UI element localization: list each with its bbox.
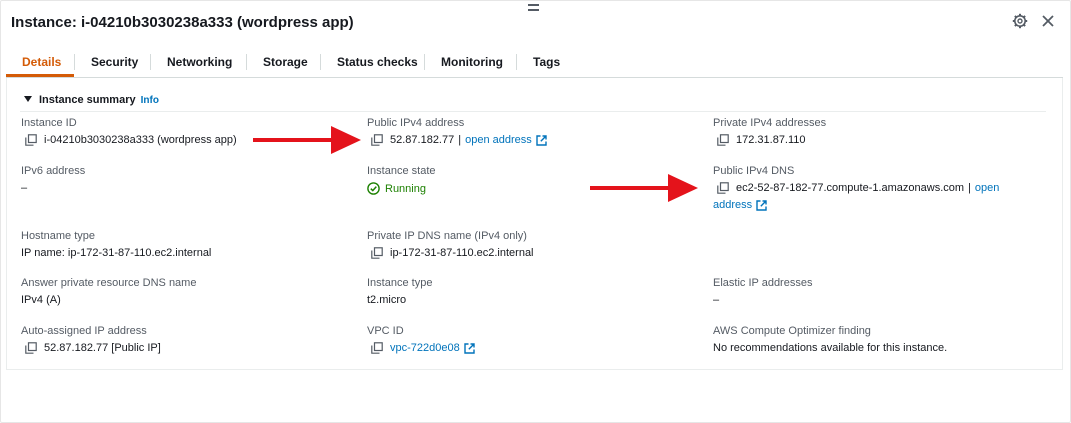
auto-ip-label: Auto-assigned IP address [21,325,147,337]
ipv6-label: IPv6 address [21,165,86,177]
ipv6-value: – [21,182,28,194]
tab-details[interactable]: Details [22,47,61,77]
copy-icon[interactable] [25,342,37,354]
auto-ip-text: 52.87.182.77 [Public IP] [44,342,161,354]
tab-networking[interactable]: Networking [167,47,232,77]
instance-type-label: Instance type [367,277,433,289]
details-content [6,78,1063,370]
instance-id-text: i-04210b3030238a333 (wordpress app) [44,134,237,146]
divider [20,111,1046,112]
public-ipv4-text: 52.87.182.77 [390,134,455,146]
private-ipv4-text: 172.31.87.110 [736,134,806,146]
gear-icon[interactable] [1012,13,1028,29]
copy-icon[interactable] [717,182,729,194]
tab-divider [516,54,517,70]
open-address-link[interactable]: open address [465,134,532,146]
public-dns-label: Public IPv4 DNS [713,165,795,177]
instance-type-value: t2.micro [367,294,407,306]
instance-state-label: Instance state [367,165,436,177]
hostname-type-value: IP name: ip-172-31-87-110.ec2.internal [21,247,212,259]
answer-dns-value: IPv4 (A) [21,294,61,306]
vpc-id-label: VPC ID [367,325,404,337]
tab-monitoring[interactable]: Monitoring [441,47,503,77]
panel-header: Instance: i-04210b3030238a333 (wordpress… [0,0,1071,45]
copy-icon[interactable] [717,134,729,146]
divider [6,369,1063,370]
tab-bar: Details Security Networking Storage Stat… [6,47,1063,78]
copy-icon[interactable] [25,134,37,146]
auto-ip-value: 52.87.182.77 [Public IP] [25,342,161,354]
red-arrow-annotation [253,126,361,154]
public-dns-value: ec2-52-87-182-77.compute-1.amazonaws.com… [717,182,999,194]
section-header-instance-summary: Instance summary Info [24,94,159,106]
info-link[interactable]: Info [141,95,159,106]
hostname-type-label: Hostname type [21,230,95,242]
active-tab-indicator [6,74,74,77]
separator: | [458,134,462,146]
private-dns-text: ip-172-31-87-110.ec2.internal [390,247,534,259]
tab-divider [246,54,247,70]
private-ipv4-value: 172.31.87.110 [717,134,806,146]
instance-id-value: i-04210b3030238a333 (wordpress app) [25,134,237,146]
separator: | [968,182,971,194]
external-link-icon[interactable] [536,134,547,146]
public-dns-text: ec2-52-87-182-77.compute-1.amazonaws.com [736,182,965,194]
vpc-id-value: vpc-722d0e08 [371,342,475,354]
copy-icon[interactable] [371,247,383,259]
private-ipv4-label: Private IPv4 addresses [713,117,827,129]
vpc-id-link[interactable]: vpc-722d0e08 [390,342,460,354]
copy-icon[interactable] [371,342,383,354]
page-title: Instance: i-04210b3030238a333 (wordpress… [11,14,354,31]
tab-divider [320,54,321,70]
check-circle-icon [367,182,380,195]
open-address-link[interactable]: address [713,199,752,211]
external-link-icon[interactable] [464,342,475,354]
red-arrow-annotation [590,174,698,202]
public-ipv4-label: Public IPv4 address [367,117,465,129]
tab-storage[interactable]: Storage [263,47,308,77]
instance-id-label: Instance ID [21,117,77,129]
tab-tags[interactable]: Tags [533,47,560,77]
tab-security[interactable]: Security [91,47,138,77]
section-title[interactable]: Instance summary [39,94,136,106]
tab-divider [424,54,425,70]
tab-divider [74,54,75,70]
private-dns-label: Private IP DNS name (IPv4 only) [367,230,527,242]
tab-status-checks[interactable]: Status checks [337,47,418,77]
public-ipv4-value: 52.87.182.77 | open address [371,134,547,146]
answer-dns-label: Answer private resource DNS name [21,277,197,289]
tab-divider [150,54,151,70]
close-icon[interactable] [1040,13,1056,29]
private-dns-value: ip-172-31-87-110.ec2.internal [371,247,534,259]
elastic-ip-value: – [713,294,720,306]
instance-state-value: Running [367,182,426,195]
external-link-icon[interactable] [756,199,767,211]
copy-icon[interactable] [371,134,383,146]
elastic-ip-label: Elastic IP addresses [713,277,813,289]
caret-down-icon[interactable] [24,96,32,102]
optimizer-label: AWS Compute Optimizer finding [713,325,871,337]
status-badge: Running [385,182,426,195]
optimizer-value: No recommendations available for this in… [713,342,948,354]
public-dns-link-continued: address [713,199,767,211]
open-address-link[interactable]: open [975,182,999,194]
